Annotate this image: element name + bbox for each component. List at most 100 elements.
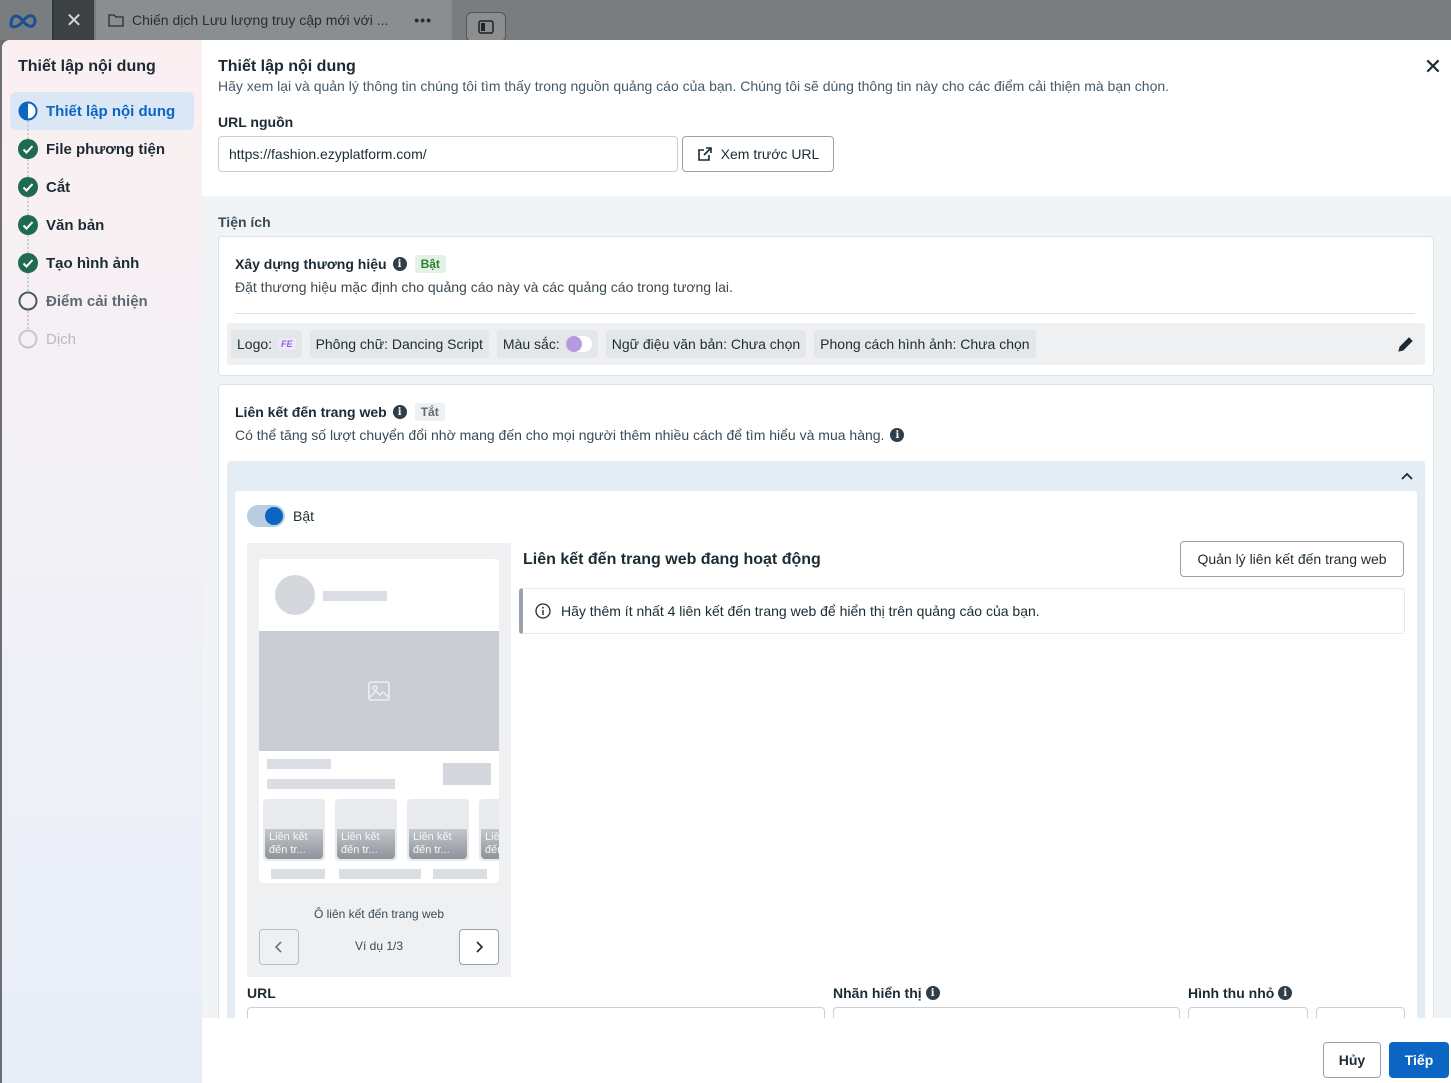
step-label: Điểm cải thiện <box>46 292 148 310</box>
font-chip: Phông chữ: Dancing Script <box>309 330 489 358</box>
info-icon[interactable]: i <box>925 986 940 1000</box>
half-circle-progress-icon <box>18 101 38 121</box>
step-media-files[interactable]: File phương tiện <box>10 130 194 177</box>
site-link-card-label: Liên kết đến tr... <box>337 829 395 859</box>
info-icon[interactable]: i <box>392 405 407 419</box>
site-links-description-text: Có thể tăng số lượt chuyển đổi nhờ mang … <box>235 427 885 443</box>
campaign-tab[interactable]: Chiến dịch Lưu lượng truy cập mới với ..… <box>96 0 452 40</box>
source-url-input[interactable] <box>218 136 678 172</box>
branding-description: Đặt thương hiệu mặc định cho quảng cáo n… <box>235 279 733 295</box>
brand-color-swatch <box>565 336 592 352</box>
content-setup-dialog: Thiết lập nội dung Thiết lập nội dung Fi… <box>2 40 1451 1083</box>
check-circle-icon <box>18 215 38 235</box>
status-badge: Tắt <box>414 403 445 421</box>
steps-list: Thiết lập nội dung File phương tiện Cắt … <box>10 92 194 358</box>
site-links-card: Liên kết đến trang web i Tắt Có thể tăng… <box>218 384 1434 1018</box>
close-icon[interactable]: ✕ <box>1421 56 1445 80</box>
step-label: File phương tiện <box>46 140 166 158</box>
previous-example-button[interactable] <box>259 929 299 965</box>
display-label-field-label: Nhãn hiển thị i <box>833 985 940 1001</box>
step-text[interactable]: Văn bản <box>10 206 194 253</box>
info-icon[interactable]: i <box>1278 986 1293 1000</box>
step-crop[interactable]: Cắt <box>10 168 194 215</box>
display-label-input[interactable] <box>833 1007 1180 1018</box>
info-icon[interactable]: i <box>890 428 905 442</box>
chevron-right-icon <box>476 941 484 953</box>
step-enhancements[interactable]: Điểm cải thiện <box>10 282 194 329</box>
logo-chip-label: Logo: <box>237 336 273 352</box>
thumbnail-picker[interactable] <box>1188 1007 1308 1018</box>
step-label: Cắt <box>46 178 71 196</box>
empty-circle-icon <box>18 329 38 349</box>
meta-logo-icon <box>9 14 37 29</box>
site-link-cards: Liên kết đến tr... Liên kết đến tr... Li… <box>263 799 499 861</box>
more-options-icon[interactable]: ••• <box>414 12 432 28</box>
sidebar-title: Thiết lập nội dung <box>18 58 156 75</box>
source-url-label: URL nguồn <box>218 114 294 130</box>
chevron-left-icon <box>274 941 282 953</box>
toggle-label: Bật <box>293 508 315 524</box>
tone-chip: Ngữ điệu văn bản: Chưa chọn <box>605 330 807 358</box>
ad-preview-mockup: Liên kết đến tr... Liên kết đến tr... Li… <box>247 543 511 977</box>
cancel-button[interactable]: Hủy <box>1323 1042 1381 1078</box>
placeholder-avatar <box>275 575 315 615</box>
display-label-text: Nhãn hiển thị <box>833 985 922 1001</box>
branding-title-text: Xây dựng thương hiệu <box>235 256 387 272</box>
folder-icon <box>108 14 124 27</box>
site-links-description: Có thể tăng số lượt chuyển đổi nhờ mang … <box>235 427 905 443</box>
step-label: Tạo hình ảnh <box>46 254 140 272</box>
divider <box>235 313 1415 314</box>
site-links-accordion: Bật Liên kết đến tr... Liên kết đến tr..… <box>227 461 1425 1018</box>
branding-chips: Logo: FE Phông chữ: Dancing Script Màu s… <box>227 323 1425 365</box>
panel-toggle-button[interactable] <box>466 12 506 42</box>
pencil-icon[interactable] <box>1397 335 1415 353</box>
info-icon[interactable]: i <box>392 257 407 271</box>
dialog-footer: Hủy Tiếp <box>202 1018 1451 1083</box>
branding-card: Xây dựng thương hiệu i Bật Đặt thương hi… <box>218 236 1434 376</box>
url-field-label: URL <box>247 985 276 1001</box>
branding-title: Xây dựng thương hiệu i Bật <box>235 255 446 273</box>
placeholder-line <box>267 779 395 789</box>
placeholder-line <box>267 759 331 769</box>
toggle-switch[interactable] <box>247 505 285 527</box>
thumbnail-picker[interactable] <box>1316 1007 1405 1018</box>
utilities-section: Tiện ích Xây dựng thương hiệu i Bật Đặt … <box>202 196 1451 1018</box>
utilities-label: Tiện ích <box>218 214 271 230</box>
placeholder-line <box>271 869 325 879</box>
preview-phone: Liên kết đến tr... Liên kết đến tr... Li… <box>259 559 499 883</box>
image-icon <box>368 681 390 701</box>
steps-sidebar: Thiết lập nội dung Thiết lập nội dung Fi… <box>2 40 202 1083</box>
close-editor-button[interactable]: ✕ <box>52 0 94 40</box>
chevron-up-icon[interactable] <box>1399 469 1415 485</box>
mockup-caption: Ô liên kết đến trang web <box>313 907 445 921</box>
site-link-card: Liên kết đến tr... <box>479 799 499 861</box>
status-badge: Bật <box>414 255 446 273</box>
next-example-button[interactable] <box>459 929 499 965</box>
step-content-setup[interactable]: Thiết lập nội dung <box>10 92 194 139</box>
next-button[interactable]: Tiếp <box>1389 1042 1449 1078</box>
placeholder-line <box>339 869 421 879</box>
check-circle-icon <box>18 139 38 159</box>
preview-url-button[interactable]: Xem trước URL <box>682 136 834 172</box>
step-label: Văn bản <box>46 216 105 234</box>
campaign-tab-title: Chiến dịch Lưu lượng truy cập mới với ..… <box>132 12 389 28</box>
site-links-title-text: Liên kết đến trang web <box>235 404 387 420</box>
site-links-title: Liên kết đến trang web i Tắt <box>235 403 445 421</box>
empty-circle-icon <box>18 291 38 311</box>
manage-site-links-button[interactable]: Quản lý liên kết đến trang web <box>1180 541 1404 577</box>
site-links-panel: Bật Liên kết đến tr... Liên kết đến tr..… <box>235 491 1417 1018</box>
site-links-toggle[interactable]: Bật <box>247 505 314 527</box>
site-link-card: Liên kết đến tr... <box>263 799 325 861</box>
step-generate-images[interactable]: Tạo hình ảnh <box>10 244 194 291</box>
site-link-card: Liên kết đến tr... <box>335 799 397 861</box>
check-circle-icon <box>18 177 38 197</box>
example-counter: Ví dụ 1/3 <box>354 939 404 953</box>
image-style-chip: Phong cách hình ảnh: Chưa chọn <box>814 330 1036 358</box>
site-link-url-input[interactable] <box>247 1007 825 1018</box>
info-circle-icon <box>535 603 551 619</box>
step-label: Thiết lập nội dung <box>46 102 176 120</box>
step-label: Dịch <box>46 330 77 348</box>
app-top-bar: ✕ Chiến dịch Lưu lượng truy cập mới với … <box>0 0 1451 42</box>
thumbnail-field-label: Hình thu nhỏ i <box>1188 985 1293 1001</box>
thumbnail-label-text: Hình thu nhỏ <box>1188 985 1275 1001</box>
